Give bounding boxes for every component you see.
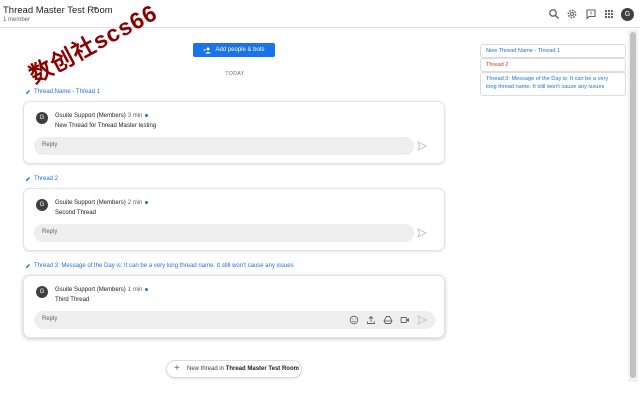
message-time: 3 min [127,113,143,119]
reply-input[interactable]: Reply [34,137,414,155]
thread-card-3: G Gsuite Support (Members) 1 min Third Th… [23,275,445,338]
reply-input[interactable]: Reply [34,224,414,242]
thread-title-2[interactable]: Thread 2 [25,176,58,182]
message-text: Second Thread [55,210,96,216]
add-person-icon [203,47,211,53]
account-avatar[interactable]: G [621,8,634,21]
add-people-label: Add people & bots [215,47,265,53]
thread-card-1: G Gsuite Support (Members) 3 min New Thre… [23,101,445,164]
thread-list-item-1[interactable]: New Thread Name - Thread 1 [480,44,626,58]
message-sender: Gsuite Support (Members) 3 min [55,113,149,119]
scrollbar-thumb[interactable] [630,32,636,378]
new-thread-prefix: New thread in [187,366,225,372]
thread-list-item-2[interactable]: Thread 2 [480,58,626,72]
reply-placeholder: Reply [42,142,58,148]
sender-name[interactable]: Gsuite Support (Members) [55,113,126,119]
message-time: 1 min [127,287,143,293]
new-thread-label: New thread in Thread Master Test Room [187,366,299,372]
upload-icon[interactable] [366,315,376,325]
new-thread-button[interactable]: + New thread in Thread Master Test Room [166,360,302,378]
message-text: Third Thread [55,297,90,303]
settings-icon[interactable] [566,8,578,20]
send-icon[interactable] [417,228,427,238]
emoji-icon[interactable] [349,315,359,325]
apps-grid-icon[interactable] [603,8,615,20]
drive-icon[interactable] [383,315,393,325]
reply-input[interactable]: Reply [34,311,435,329]
message-sender: Gsuite Support (Members) 2 min [55,200,149,206]
edit-pencil-icon[interactable] [25,89,31,95]
video-meet-icon[interactable] [400,315,410,325]
scrollbar[interactable] [628,30,638,382]
avatar[interactable]: G [36,199,48,211]
reply-placeholder: Reply [42,316,58,322]
message-sender: Gsuite Support (Members) 1 min [55,287,149,293]
chat-room-page: Thread Master Test Room ▼ 1 member G Add… [0,0,640,400]
date-divider: TODAY [225,71,245,77]
chevron-down-icon[interactable]: ▼ [92,6,99,13]
member-count[interactable]: 1 member [3,17,30,23]
sender-name[interactable]: Gsuite Support (Members) [55,200,126,206]
avatar[interactable]: G [36,112,48,124]
thread-title-3[interactable]: Thread 3: Message of the Day is: It can … [25,263,294,269]
thread-title-label: Thread Name - Thread 1 [34,89,100,95]
avatar[interactable]: G [36,286,48,298]
unread-dot [145,113,149,117]
plus-icon: + [174,363,180,374]
thread-card-2: G Gsuite Support (Members) 2 min Second T… [23,188,445,251]
thread-title-label: Thread 2 [34,176,59,182]
send-icon[interactable] [417,315,427,325]
reply-placeholder: Reply [42,229,58,235]
send-icon[interactable] [417,141,427,151]
edit-pencil-icon[interactable] [25,176,31,182]
new-thread-room: Thread Master Test Room [225,366,299,372]
thread-list-item-3[interactable]: Thread 3: Message of the Day is: It can … [480,72,626,96]
search-icon[interactable] [548,8,560,20]
feedback-icon[interactable] [585,8,597,20]
thread-title-label: Thread 3: Message of the Day is: It can … [34,263,294,269]
thread-title-1[interactable]: Thread Name - Thread 1 [25,89,100,95]
sender-name[interactable]: Gsuite Support (Members) [55,287,126,293]
unread-dot [145,200,149,204]
message-text: New Thread for Thread Master testing [55,123,157,129]
add-people-button[interactable]: Add people & bots [193,43,275,57]
edit-pencil-icon[interactable] [25,263,31,269]
unread-dot [145,287,149,291]
message-time: 2 min [127,200,143,206]
